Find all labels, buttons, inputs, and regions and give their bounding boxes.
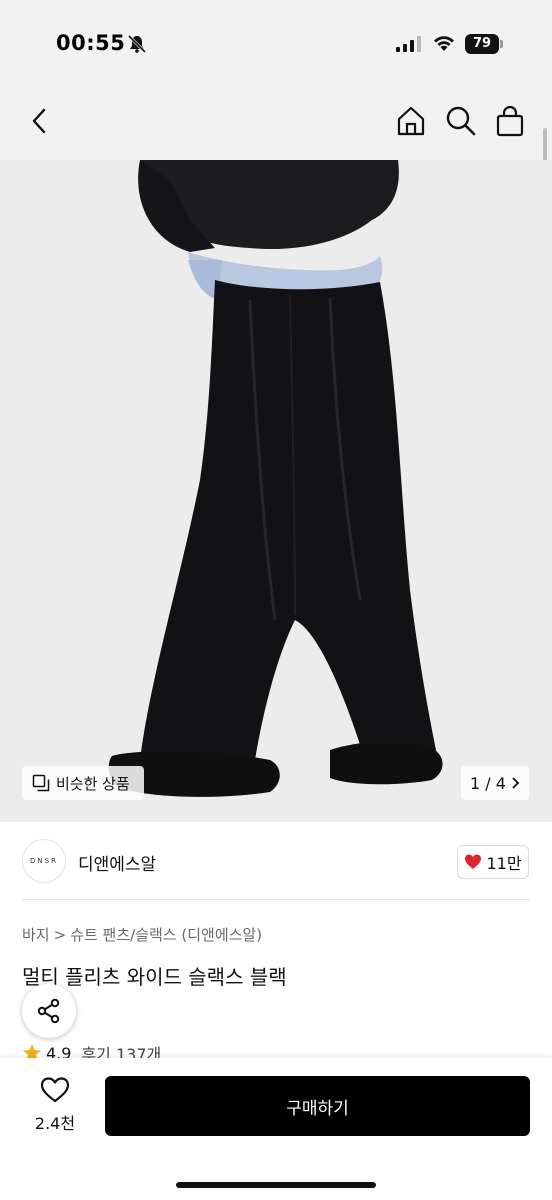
share-icon bbox=[37, 998, 60, 1024]
signal-icon bbox=[396, 36, 421, 52]
search-icon[interactable] bbox=[444, 104, 478, 138]
status-time: 00:55 bbox=[56, 31, 126, 55]
home-indicator[interactable] bbox=[176, 1182, 376, 1188]
breadcrumb-subcategory[interactable]: 슈트 팬츠/슬랙스 (디앤에스알) bbox=[70, 926, 262, 944]
divider bbox=[22, 899, 530, 900]
similar-products-button[interactable]: 비슷한 상품 bbox=[22, 766, 144, 800]
chevron-right-icon bbox=[512, 777, 520, 789]
shop-logo[interactable]: DNSR bbox=[22, 839, 66, 883]
product-image[interactable]: 비슷한 상품 1 / 4 bbox=[0, 160, 552, 822]
home-icon[interactable] bbox=[394, 104, 428, 138]
bottom-action-bar: 2.4천 구매하기 bbox=[0, 1058, 552, 1200]
similar-products-label: 비슷한 상품 bbox=[56, 774, 130, 793]
wish-count: 2.4천 bbox=[34, 1114, 76, 1133]
buy-button[interactable]: 구매하기 bbox=[105, 1076, 530, 1136]
wifi-icon bbox=[434, 36, 454, 51]
battery-cap bbox=[500, 40, 503, 48]
breadcrumb: 바지 > 슈트 팬츠/슬랙스 (디앤에스알) bbox=[22, 924, 266, 945]
battery-indicator: 79 bbox=[465, 34, 503, 54]
nav-header bbox=[0, 90, 552, 160]
breadcrumb-separator: > bbox=[53, 926, 67, 944]
image-page-counter[interactable]: 1 / 4 bbox=[461, 766, 529, 800]
shopping-bag-icon[interactable] bbox=[493, 104, 527, 138]
heart-filled-icon bbox=[465, 854, 482, 869]
bell-muted-icon bbox=[127, 34, 147, 54]
back-arrow-icon[interactable] bbox=[22, 104, 56, 138]
product-photo bbox=[0, 160, 552, 822]
product-title: 멀티 플리츠 와이드 슬랙스 블랙 bbox=[22, 965, 287, 989]
wish-button[interactable]: 2.4천 bbox=[22, 1076, 88, 1136]
image-counter-text: 1 / 4 bbox=[470, 773, 506, 793]
status-bar: 00:55 79 bbox=[0, 0, 552, 90]
battery-level: 79 bbox=[465, 34, 499, 54]
similar-products-icon bbox=[32, 774, 50, 792]
heart-outline-icon bbox=[40, 1077, 70, 1103]
shop-name[interactable]: 디앤에스알 bbox=[78, 850, 156, 875]
shop-like-count: 11만 bbox=[486, 854, 522, 873]
breadcrumb-category[interactable]: 바지 bbox=[22, 926, 50, 944]
shop-row[interactable]: DNSR 디앤에스알 11만 bbox=[0, 822, 552, 902]
shop-like-button[interactable]: 11만 bbox=[457, 845, 529, 879]
share-button[interactable] bbox=[22, 984, 76, 1038]
